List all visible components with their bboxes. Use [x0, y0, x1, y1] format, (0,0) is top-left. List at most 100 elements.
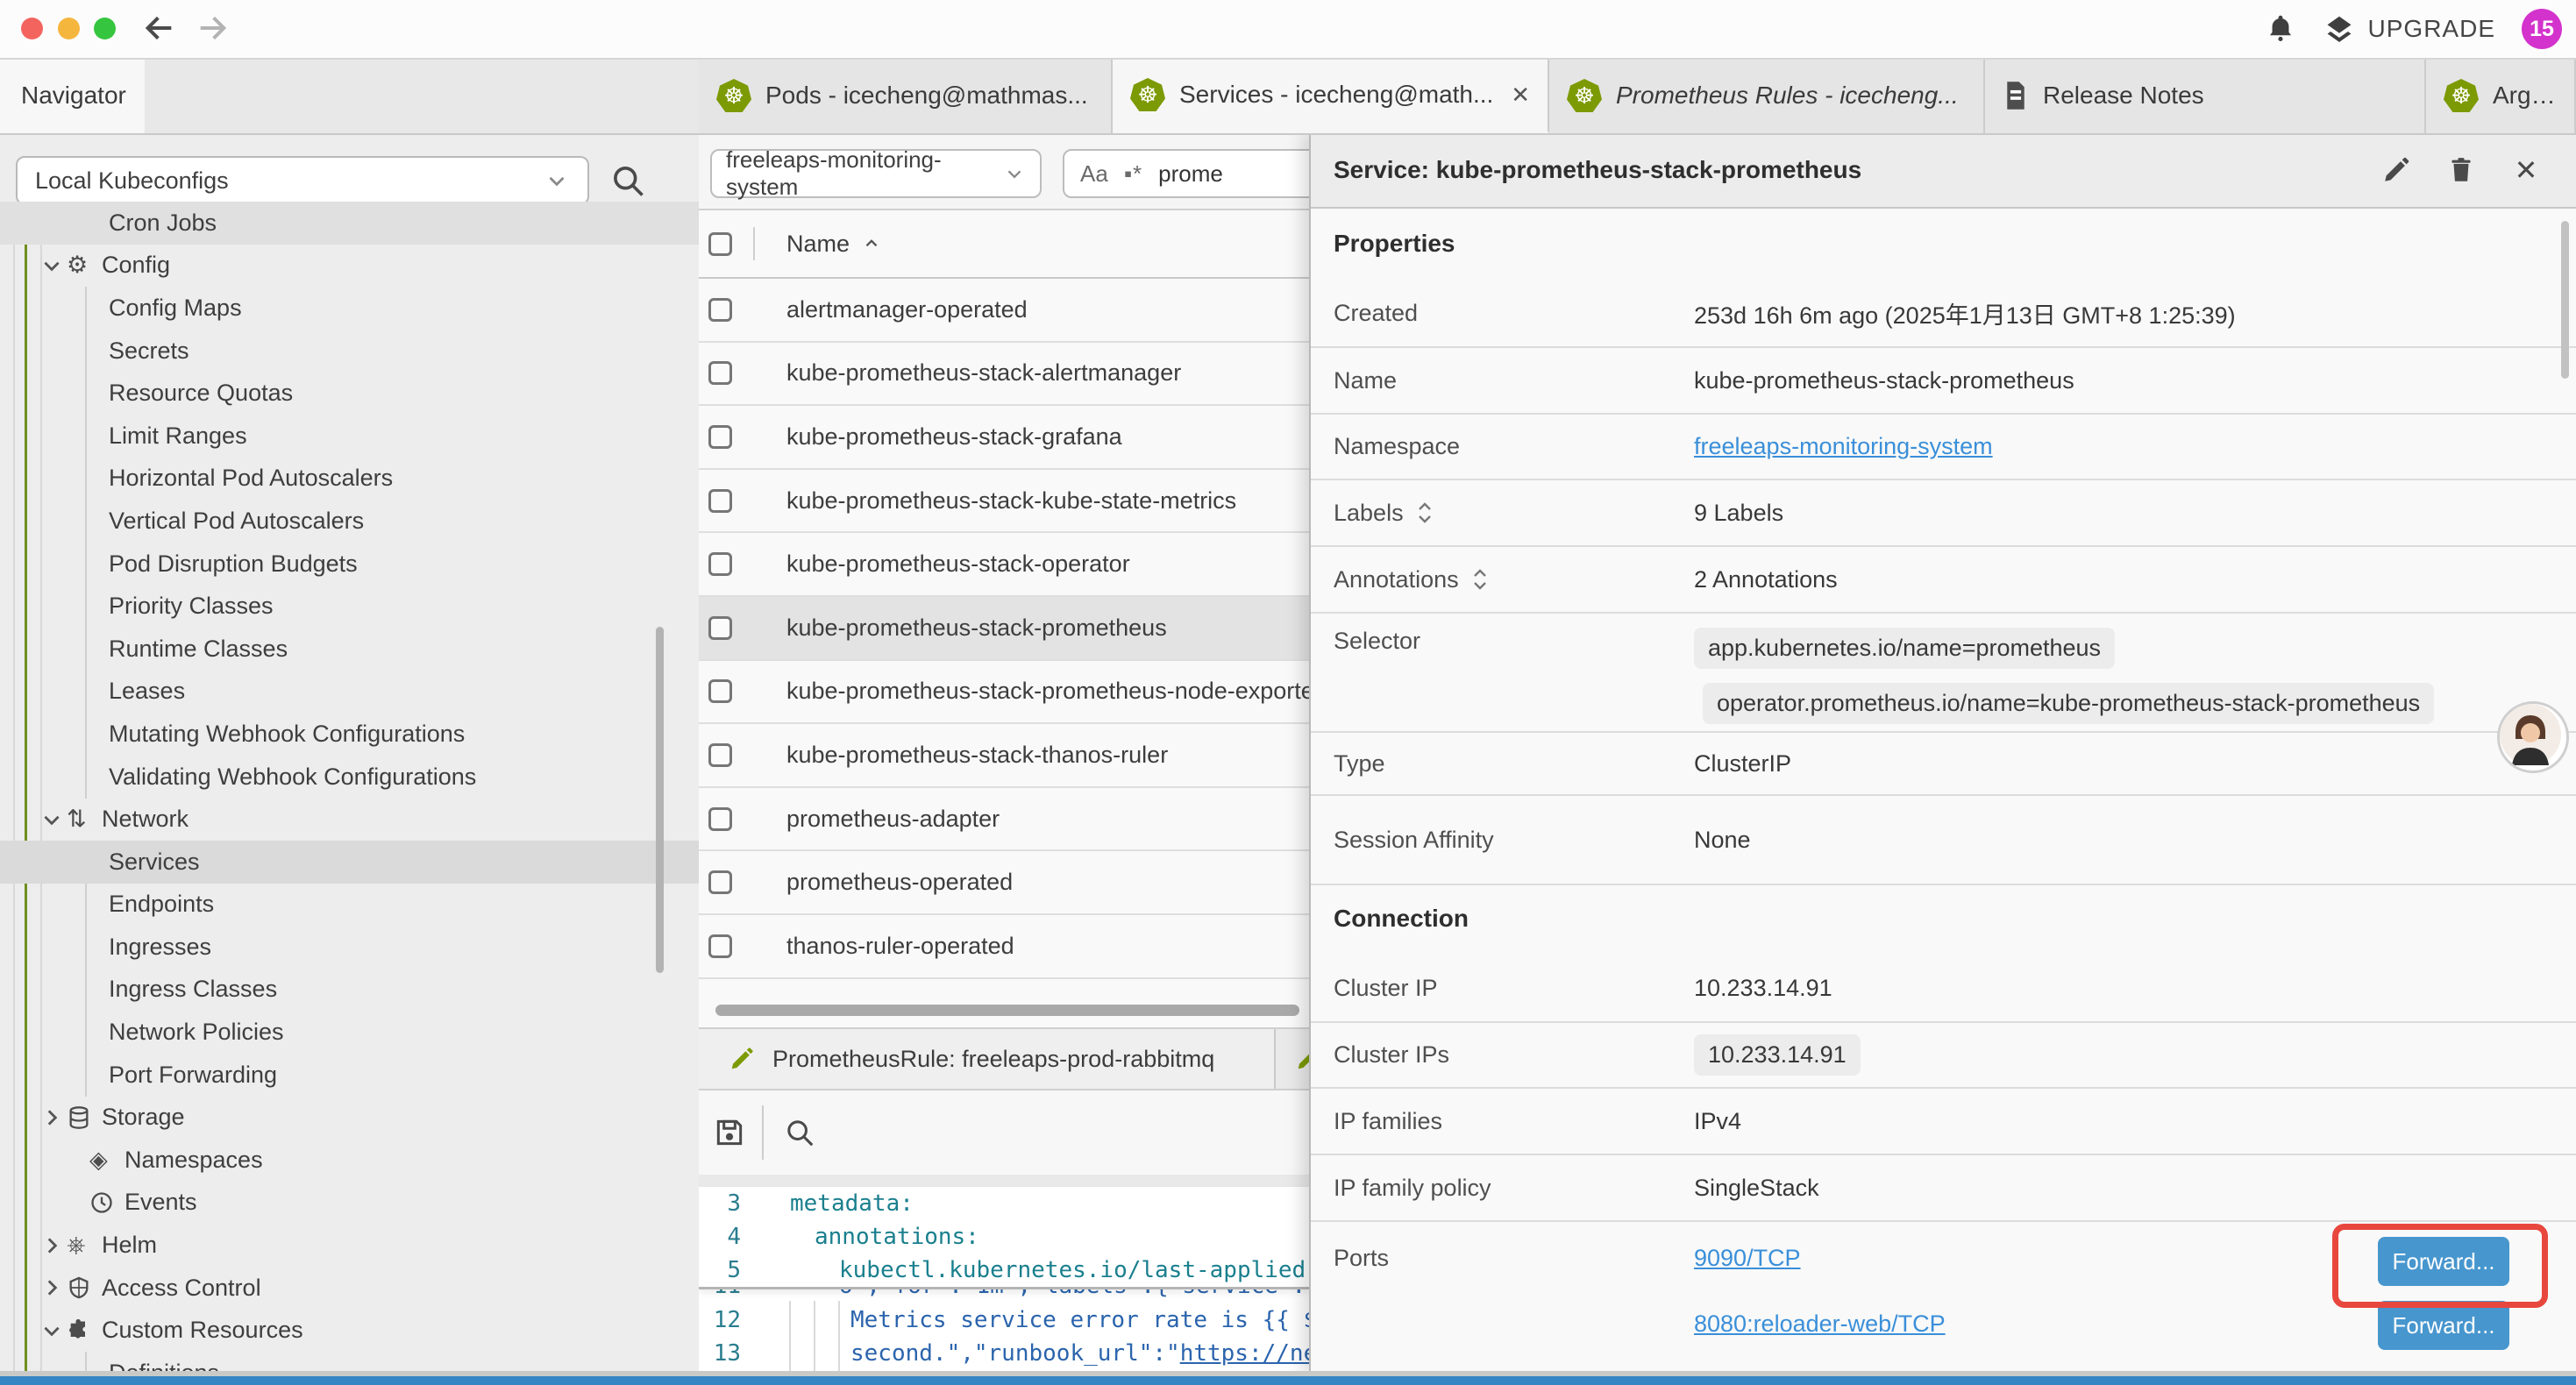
port-link-9090[interactable]: 9090/TCP [1694, 1245, 1946, 1272]
traffic-light-zoom[interactable] [94, 18, 116, 39]
sidebar-item[interactable]: Runtime Classes [0, 628, 699, 671]
row-checkbox[interactable] [708, 425, 732, 449]
cluster-tab[interactable]: ☸ Prometheus Rules - icecheng... [1549, 58, 1985, 133]
sidebar-scrollbar[interactable] [656, 627, 664, 973]
sidebar-item[interactable]: ⚙ Config [0, 245, 699, 288]
sidebar-item[interactable]: Ingresses [0, 926, 699, 969]
tab-close-icon[interactable] [1511, 82, 1530, 109]
user-avatar[interactable] [2497, 701, 2569, 773]
chevron-down-icon[interactable] [40, 1319, 67, 1342]
notifications-bell-icon[interactable] [2265, 12, 2296, 46]
expand-toggle-icon[interactable] [1416, 501, 1434, 524]
forward-button-8080[interactable]: Forward... [2378, 1301, 2509, 1350]
edit-pencil-icon[interactable] [2381, 155, 2411, 185]
kubeconfig-select[interactable]: Local Kubeconfigs [16, 156, 589, 205]
chevron-right-icon[interactable] [40, 1234, 67, 1257]
table-row[interactable]: kube-prometheus-stack-operator [699, 533, 1309, 597]
sidebar-item[interactable]: Priority Classes [0, 585, 699, 628]
sidebar-item[interactable]: Validating Webhook Configurations [0, 756, 699, 799]
forward-button-9090[interactable]: Forward... [2378, 1237, 2509, 1286]
table-row[interactable]: thanos-ruler-operated [699, 915, 1309, 979]
row-checkbox[interactable] [708, 361, 732, 385]
expand-toggle-icon[interactable] [1471, 568, 1489, 591]
back-arrow-icon[interactable] [142, 11, 177, 46]
sidebar-item[interactable]: Resource Quotas [0, 372, 699, 415]
cluster-tab[interactable]: ☸ Services - icecheng@math... [1113, 58, 1549, 133]
namespace-select[interactable]: freeleaps-monitoring-system [710, 149, 1042, 198]
sidebar-search-icon[interactable] [608, 161, 647, 200]
detail-scrollbar[interactable] [2561, 221, 2569, 379]
traffic-light-minimize[interactable] [58, 18, 80, 39]
chevron-down-icon[interactable] [40, 808, 67, 831]
regex-icon[interactable]: ▪* [1124, 160, 1142, 188]
row-checkbox[interactable] [708, 743, 732, 767]
editor-sticky-scroll: 3 metadata: 4 annotations: 5 kubectl.kub… [699, 1187, 1309, 1289]
cluster-tab[interactable]: ☸ Argo Se [2426, 58, 2576, 133]
sidebar-item[interactable]: Pod Disruption Budgets [0, 543, 699, 586]
notification-count-badge[interactable]: 15 [2522, 9, 2562, 49]
row-checkbox[interactable] [708, 934, 732, 958]
sidebar-item[interactable]: Vertical Pod Autoscalers [0, 500, 699, 543]
yaml-editor[interactable]: 3 metadata: 4 annotations: 5 kubectl.kub… [699, 1175, 1309, 1376]
sidebar-item[interactable]: Network Policies [0, 1011, 699, 1054]
delete-trash-icon[interactable] [2446, 155, 2476, 185]
table-row[interactable]: kube-prometheus-stack-grafana [699, 406, 1309, 470]
row-checkbox[interactable] [708, 870, 732, 894]
close-icon[interactable]: ✕ [2511, 155, 2541, 185]
match-case-icon[interactable]: Aa [1080, 160, 1108, 188]
gears-icon: ⚙ [67, 253, 102, 277]
namespace-link[interactable]: freeleaps-monitoring-system [1694, 433, 1993, 460]
sidebar-item[interactable]: Limit Ranges [0, 415, 699, 458]
table-row[interactable]: kube-prometheus-stack-prometheus-node-ex… [699, 661, 1309, 725]
sidebar-item[interactable]: Ingress Classes [0, 969, 699, 1012]
table-row[interactable]: kube-prometheus-stack-alertmanager [699, 343, 1309, 407]
table-row[interactable]: kube-prometheus-stack-thanos-ruler [699, 724, 1309, 788]
table-row[interactable]: prometheus-operated [699, 851, 1309, 915]
row-checkbox[interactable] [708, 298, 732, 322]
sidebar-item[interactable]: Config Maps [0, 287, 699, 330]
sidebar-item[interactable]: ◈ Namespaces [0, 1139, 699, 1182]
dock-tab-prometheusrule[interactable]: PrometheusRule: freeleaps-prod-rabbitmq [699, 1029, 1276, 1089]
editor-toolbar [699, 1090, 1309, 1175]
row-checkbox[interactable] [708, 489, 732, 513]
chevron-down-icon[interactable] [40, 254, 67, 277]
sidebar-item[interactable]: Events [0, 1182, 699, 1225]
upgrade-button[interactable]: UPGRADE [2323, 12, 2495, 46]
column-header-name[interactable]: Name [786, 231, 881, 258]
cluster-tab[interactable]: ☸ Pods - icecheng@mathmas... [699, 58, 1113, 133]
chevron-right-icon[interactable] [40, 1276, 67, 1299]
table-row[interactable]: alertmanager-operated [699, 279, 1309, 343]
editor-search-icon[interactable] [783, 1116, 816, 1149]
sidebar-item[interactable]: Storage [0, 1096, 699, 1139]
sidebar-item[interactable]: Port Forwarding [0, 1054, 699, 1097]
row-checkbox[interactable] [708, 616, 732, 640]
forward-arrow-icon[interactable] [195, 11, 230, 46]
sidebar-item[interactable]: Horizontal Pod Autoscalers [0, 458, 699, 501]
cluster-tab[interactable]: Release Notes [1985, 58, 2426, 133]
dock-tab-next[interactable] [1276, 1029, 1309, 1089]
table-row[interactable]: prometheus-adapter [699, 788, 1309, 852]
sidebar-item[interactable]: ⎈ Helm [0, 1224, 699, 1267]
sidebar-item[interactable]: Services [0, 841, 699, 884]
row-checkbox[interactable] [708, 552, 732, 576]
sidebar-item[interactable]: Secrets [0, 330, 699, 373]
table-row[interactable]: kube-prometheus-stack-prometheus [699, 597, 1309, 661]
chevron-right-icon[interactable] [40, 1106, 67, 1129]
sidebar-item[interactable]: ⇅ Network [0, 798, 699, 841]
save-icon[interactable] [713, 1116, 746, 1149]
table-row[interactable]: kube-prometheus-stack-kube-state-metrics [699, 470, 1309, 534]
sidebar-item[interactable]: Mutating Webhook Configurations [0, 713, 699, 756]
navigator-panel-tab[interactable]: Navigator [0, 58, 145, 133]
sidebar-item[interactable]: Endpoints [0, 884, 699, 927]
row-checkbox[interactable] [708, 679, 732, 703]
port-link-8080[interactable]: 8080:reloader-web/TCP [1694, 1310, 1946, 1338]
sidebar-item[interactable]: Leases [0, 671, 699, 714]
select-all-checkbox[interactable] [708, 232, 732, 256]
list-horizontal-scrollbar[interactable] [715, 1005, 1299, 1016]
sidebar-item[interactable]: Access Control [0, 1267, 699, 1310]
traffic-light-close[interactable] [21, 18, 43, 39]
row-checkbox[interactable] [708, 807, 732, 831]
sidebar-item[interactable]: Custom Resources [0, 1309, 699, 1352]
list-search-input[interactable]: Aa ▪* prome [1063, 149, 1309, 198]
sidebar-item[interactable]: Cron Jobs [0, 202, 699, 245]
